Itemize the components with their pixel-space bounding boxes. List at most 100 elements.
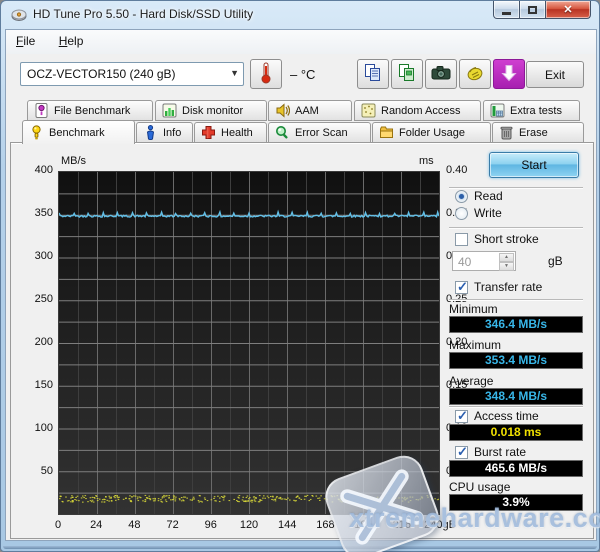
tab-label: Disk monitor bbox=[182, 104, 244, 117]
save-icon bbox=[466, 64, 484, 85]
y-axis-tick-left: 200 bbox=[34, 336, 53, 348]
checkbox-checked-icon bbox=[455, 444, 468, 460]
x-axis-tick: 48 bbox=[128, 519, 141, 531]
copy-image-button[interactable] bbox=[391, 59, 423, 89]
y-axis-tick-right: 0.40 bbox=[446, 164, 468, 176]
tab-extra-tests[interactable]: Extra tests bbox=[483, 100, 580, 121]
tab-label: Info bbox=[163, 126, 182, 139]
stroke-size-unit: gB bbox=[548, 254, 563, 268]
health-icon bbox=[201, 125, 216, 140]
tab-label: AAM bbox=[295, 104, 319, 117]
average-label: Average bbox=[449, 374, 494, 388]
access-time-value: 0.018 ms bbox=[449, 424, 583, 441]
burst-rate-checkbox[interactable]: Burst rate bbox=[455, 444, 526, 460]
minimize-button[interactable] bbox=[493, 1, 520, 19]
app-window: HD Tune Pro 5.50 - Hard Disk/SSD Utility… bbox=[0, 0, 600, 552]
tab-erase[interactable]: Erase bbox=[492, 122, 584, 143]
save-button[interactable] bbox=[459, 59, 491, 89]
download-button[interactable] bbox=[493, 59, 525, 89]
window-title: HD Tune Pro 5.50 - Hard Disk/SSD Utility bbox=[33, 7, 254, 21]
error-scan-icon bbox=[275, 125, 290, 140]
transfer-rate-checkbox[interactable]: Transfer rate bbox=[455, 279, 542, 295]
menu-file[interactable]: File bbox=[6, 30, 45, 52]
maximize-icon bbox=[528, 5, 537, 14]
access-time-checkbox[interactable]: Access time bbox=[455, 408, 539, 424]
short-stroke-checkbox[interactable]: Short stroke bbox=[455, 232, 539, 246]
x-axis-tick: 192 bbox=[354, 519, 373, 531]
checkbox-icon bbox=[455, 232, 468, 246]
x-axis-tick: 120 bbox=[239, 519, 259, 531]
folder-usage-icon bbox=[379, 125, 394, 140]
tab-label: Random Access bbox=[381, 104, 461, 117]
tab-error-scan[interactable]: Error Scan bbox=[268, 122, 371, 143]
menu-help[interactable]: Help bbox=[49, 30, 94, 52]
read-radio[interactable]: Read bbox=[455, 189, 503, 203]
close-icon: ✕ bbox=[563, 4, 573, 16]
tab-label: Erase bbox=[519, 126, 548, 139]
x-axis-tick: 72 bbox=[166, 519, 179, 531]
disk-monitor-icon bbox=[162, 103, 177, 118]
separator bbox=[449, 227, 583, 229]
download-icon bbox=[501, 64, 517, 85]
x-axis-tick: 144 bbox=[278, 519, 297, 531]
left-axis-unit: MB/s bbox=[61, 155, 87, 167]
y-axis-tick-left: 350 bbox=[34, 207, 53, 219]
tab-file-benchmark[interactable]: File Benchmark bbox=[27, 100, 153, 121]
spinner-up-icon[interactable]: ▲ bbox=[499, 253, 514, 262]
chevron-down-icon: ▼ bbox=[230, 68, 239, 78]
stroke-size-input[interactable]: 40 ▲ ▼ bbox=[452, 251, 516, 271]
cpu-usage-value: 3.9% bbox=[449, 494, 583, 511]
checkbox-checked-icon bbox=[455, 408, 468, 424]
minimum-label: Minimum bbox=[449, 302, 498, 316]
tab-label: Health bbox=[221, 126, 253, 139]
radio-icon bbox=[455, 206, 468, 220]
spinner-down-icon[interactable]: ▼ bbox=[499, 262, 514, 271]
benchmark-chart bbox=[58, 171, 441, 515]
erase-icon bbox=[499, 125, 514, 140]
tab-benchmark[interactable]: Benchmark bbox=[22, 120, 135, 144]
titlebar[interactable]: HD Tune Pro 5.50 - Hard Disk/SSD Utility… bbox=[1, 1, 599, 29]
camera-button[interactable] bbox=[425, 59, 457, 89]
start-button[interactable]: Start bbox=[489, 152, 579, 178]
menu-bar: File Help bbox=[6, 30, 596, 54]
x-axis-tick: 96 bbox=[204, 519, 217, 531]
separator bbox=[449, 406, 583, 408]
temperature-button[interactable] bbox=[250, 59, 282, 89]
tab-aam[interactable]: AAM bbox=[268, 100, 352, 121]
benchmark-tab-page: MB/s ms 400350300250200150100500.400.350… bbox=[10, 142, 594, 539]
drive-select-value: OCZ-VECTOR150 (240 gB) bbox=[27, 67, 176, 81]
y-axis-tick-left: 400 bbox=[34, 164, 53, 176]
maximize-button[interactable] bbox=[520, 1, 546, 19]
y-axis-tick-left: 300 bbox=[34, 250, 53, 262]
x-axis-tick: 168 bbox=[316, 519, 335, 531]
x-axis-tick: 24 bbox=[90, 519, 103, 531]
drive-select[interactable]: OCZ-VECTOR150 (240 gB) ▼ bbox=[20, 62, 244, 86]
checkbox-checked-icon bbox=[455, 279, 468, 295]
tab-label: Error Scan bbox=[295, 126, 348, 139]
y-axis-tick-left: 150 bbox=[34, 379, 53, 391]
maximum-value: 353.4 MB/s bbox=[449, 352, 583, 369]
camera-icon bbox=[431, 65, 451, 84]
average-value: 348.4 MB/s bbox=[449, 388, 583, 405]
exit-button[interactable]: Exit bbox=[526, 61, 584, 88]
minimize-icon bbox=[502, 12, 511, 15]
close-button[interactable]: ✕ bbox=[546, 1, 591, 19]
tab-info[interactable]: Info bbox=[136, 122, 193, 143]
spinner-arrows[interactable]: ▲ ▼ bbox=[499, 253, 514, 271]
copy-button[interactable] bbox=[357, 59, 389, 89]
info-icon bbox=[143, 125, 158, 141]
copy-image-icon bbox=[398, 63, 416, 86]
write-radio[interactable]: Write bbox=[455, 206, 502, 220]
burst-rate-value: 465.6 MB/s bbox=[449, 460, 583, 477]
app-icon bbox=[11, 7, 27, 23]
tab-disk-monitor[interactable]: Disk monitor bbox=[155, 100, 267, 121]
minimum-value: 346.4 MB/s bbox=[449, 316, 583, 333]
y-axis-tick-left: 50 bbox=[40, 465, 53, 477]
tab-random-access[interactable]: Random Access bbox=[354, 100, 481, 121]
tab-folder-usage[interactable]: Folder Usage bbox=[372, 122, 491, 143]
cpu-usage-label: CPU usage bbox=[449, 480, 511, 494]
client-area: File Help OCZ-VECTOR150 (240 gB) ▼ – °C bbox=[5, 29, 597, 541]
thermometer-icon bbox=[259, 62, 273, 87]
benchmark-icon bbox=[29, 125, 44, 140]
tab-health[interactable]: Health bbox=[194, 122, 267, 143]
